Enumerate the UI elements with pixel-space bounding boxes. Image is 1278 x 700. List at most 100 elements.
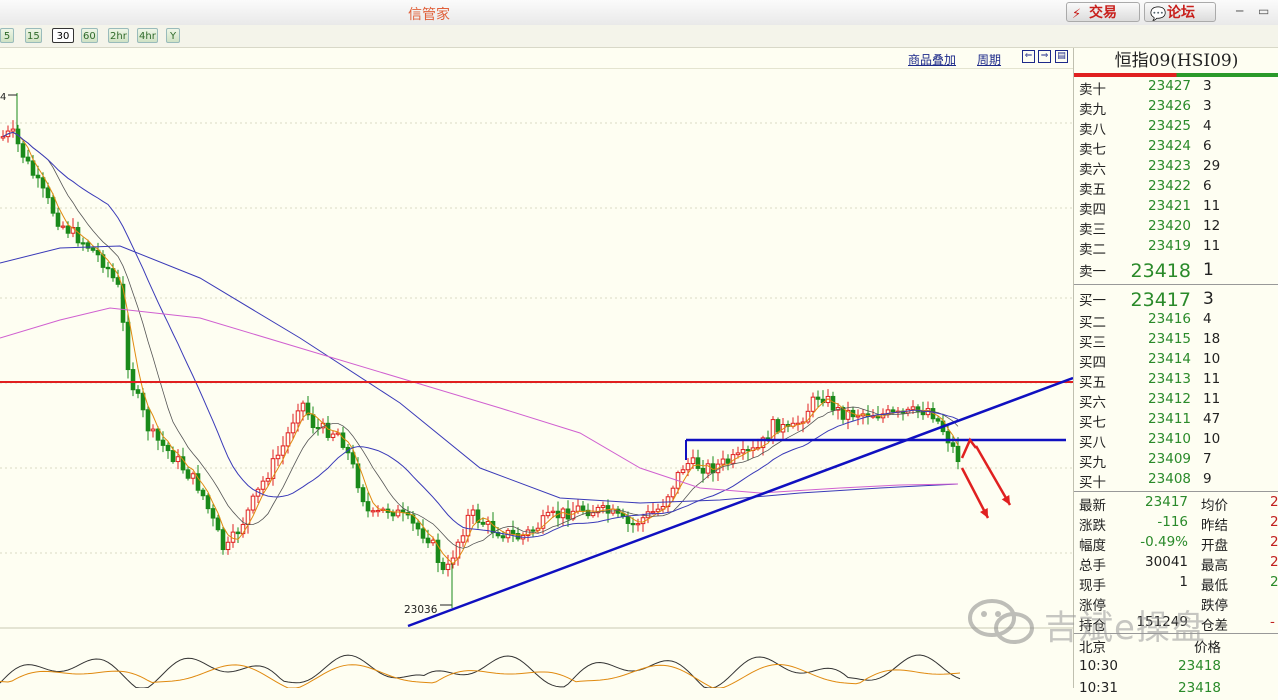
candle xyxy=(950,442,956,447)
ask-volume: 1 xyxy=(1203,260,1214,280)
candle xyxy=(575,505,581,512)
ask-bid-divider xyxy=(1074,284,1278,285)
candle xyxy=(40,177,46,189)
ask-row[interactable]: 卖七 23424 6 xyxy=(1074,138,1278,158)
candle xyxy=(745,449,751,452)
period-toolbar: 5 15 30 60 2hr 4hr Y xyxy=(0,25,1278,48)
candle xyxy=(685,463,691,471)
period-button-2hr[interactable]: 2hr xyxy=(108,28,129,43)
ask-row[interactable]: 卖六 23423 29 xyxy=(1074,158,1278,178)
bid-volume: 47 xyxy=(1203,411,1221,427)
candle xyxy=(50,197,56,214)
stat-row: 最新 23417 均价 2 xyxy=(1074,494,1278,514)
candle xyxy=(125,321,131,371)
bid-label: 买三 xyxy=(1079,335,1106,351)
ask-row[interactable]: 卖五 23422 6 xyxy=(1074,178,1278,198)
stat-label: 现手 xyxy=(1079,578,1106,594)
forum-button-label: 论坛 xyxy=(1167,5,1195,21)
maximize-icon[interactable]: ▭ xyxy=(1258,4,1269,18)
candle xyxy=(35,174,41,179)
bid-volume: 7 xyxy=(1203,451,1212,467)
ask-row[interactable]: 卖十 23427 3 xyxy=(1074,78,1278,98)
period-button-30[interactable]: 30 xyxy=(52,28,74,43)
title-bar: 信管家 ⚡ 交易 💬 论坛 ─ ▭ xyxy=(0,0,1278,26)
stat-value-2: 2 xyxy=(1270,494,1278,510)
trade-button-label: 交易 xyxy=(1089,5,1117,21)
ask-price: 23427 xyxy=(1148,78,1191,94)
bid-price: 23408 xyxy=(1148,471,1191,487)
bid-row[interactable]: 买八 23410 10 xyxy=(1074,431,1278,451)
stat-label-2: 开盘 xyxy=(1201,538,1228,554)
ask-row[interactable]: 卖九 23426 3 xyxy=(1074,98,1278,118)
candle xyxy=(670,487,676,498)
candle xyxy=(290,422,296,434)
low-price-label: 23036 xyxy=(404,604,438,616)
ask-volume: 3 xyxy=(1203,98,1212,114)
ask-row[interactable]: 卖八 23425 4 xyxy=(1074,118,1278,138)
candle xyxy=(830,395,836,411)
bid-row[interactable]: 买十 23408 9 xyxy=(1074,471,1278,491)
ask-row[interactable]: 卖一 23418 1 xyxy=(1074,260,1278,282)
period-button-60[interactable]: 60 xyxy=(81,28,98,43)
bid-volume: 4 xyxy=(1203,311,1212,327)
stat-value-2: 2 xyxy=(1270,554,1278,570)
candlestick-chart: 4 23036 xyxy=(0,92,1073,688)
bid-row[interactable]: 买一 23417 3 xyxy=(1074,289,1278,311)
ask-price: 23425 xyxy=(1148,118,1191,134)
ask-price: 23420 xyxy=(1148,218,1191,234)
stat-row: 幅度 -0.49% 开盘 2 xyxy=(1074,534,1278,554)
bid-row[interactable]: 买二 23416 4 xyxy=(1074,311,1278,331)
candle xyxy=(695,457,701,469)
stat-value-2: - xyxy=(1270,614,1275,630)
bid-row[interactable]: 买五 23413 11 xyxy=(1074,371,1278,391)
stat-value: 1 xyxy=(1179,574,1188,590)
ask-row[interactable]: 卖二 23419 11 xyxy=(1074,238,1278,258)
ask-label: 卖七 xyxy=(1079,142,1106,158)
candle xyxy=(500,535,506,539)
bid-row[interactable]: 买七 23411 47 xyxy=(1074,411,1278,431)
ask-volume: 6 xyxy=(1203,178,1212,194)
candle xyxy=(955,445,961,463)
ask-row[interactable]: 卖三 23420 12 xyxy=(1074,218,1278,238)
candle xyxy=(215,517,221,531)
period-button-4hr[interactable]: 4hr xyxy=(137,28,158,43)
candle xyxy=(645,511,651,519)
ask-volume: 6 xyxy=(1203,138,1212,154)
bid-volume: 10 xyxy=(1203,351,1221,367)
stat-value-2: 2 xyxy=(1270,534,1278,550)
bid-row[interactable]: 买九 23409 7 xyxy=(1074,451,1278,471)
period-button-5[interactable]: 5 xyxy=(0,28,14,43)
candle xyxy=(25,156,31,162)
tick-price: 23418 xyxy=(1178,680,1221,696)
period-button-15[interactable]: 15 xyxy=(25,28,42,43)
ma-short-line xyxy=(2,131,959,565)
candle xyxy=(775,419,781,433)
bid-price: 23417 xyxy=(1130,289,1191,311)
stat-value-2: 2 xyxy=(1270,574,1278,590)
candle xyxy=(155,428,161,441)
bid-row[interactable]: 买四 23414 10 xyxy=(1074,351,1278,371)
candle xyxy=(735,452,741,456)
candle xyxy=(580,505,586,511)
ask-row[interactable]: 卖四 23421 11 xyxy=(1074,198,1278,218)
candle xyxy=(935,418,941,422)
candle xyxy=(225,541,231,551)
minimize-icon[interactable]: ─ xyxy=(1236,4,1243,18)
trade-button[interactable]: ⚡ 交易 xyxy=(1066,2,1140,22)
bid-label: 买六 xyxy=(1079,395,1106,411)
chart-area[interactable]: 商品叠加 周期 ⇐ ⇒ ▤ 4 23036 xyxy=(0,48,1073,688)
bid-row[interactable]: 买三 23415 18 xyxy=(1074,331,1278,351)
stat-label-2: 最低 xyxy=(1201,578,1228,594)
bid-price: 23415 xyxy=(1148,331,1191,347)
candle xyxy=(130,369,136,391)
ask-volume: 12 xyxy=(1203,218,1221,234)
candle xyxy=(135,389,141,394)
tick-time: 10:30 xyxy=(1079,658,1118,674)
bid-row[interactable]: 买六 23412 11 xyxy=(1074,391,1278,411)
candle xyxy=(20,143,26,158)
forum-button[interactable]: 💬 论坛 xyxy=(1144,2,1216,22)
candle xyxy=(370,510,376,513)
stat-value: 23417 xyxy=(1145,494,1188,510)
period-button-y[interactable]: Y xyxy=(166,28,180,43)
candle xyxy=(485,520,491,525)
